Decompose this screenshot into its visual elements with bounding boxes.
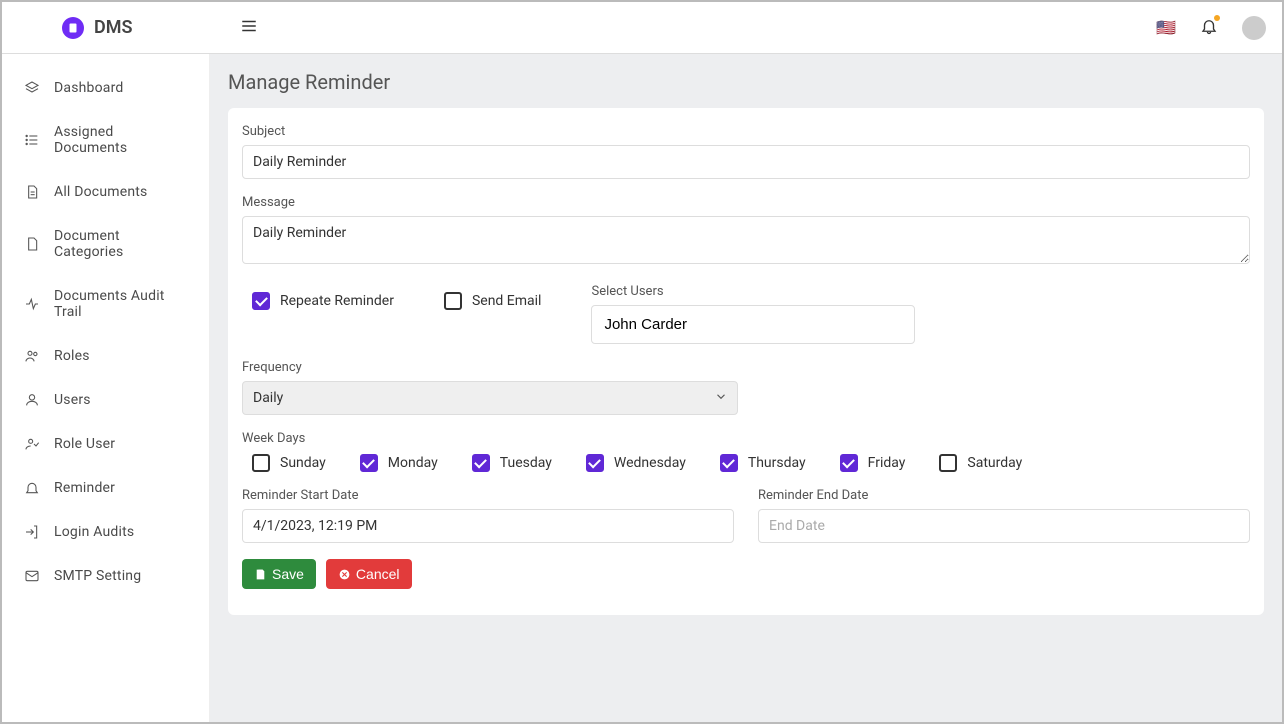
sidebar-item-label: Document Categories [54,228,187,260]
frequency-label: Frequency [242,360,1250,375]
sidebar-item-label: Users [54,392,91,408]
weekday-saturday[interactable]: Saturday [939,454,1022,472]
sidebar-item-label: Role User [54,436,115,452]
topbar-right: 🇺🇸 [1156,16,1266,40]
sidebar-item-users[interactable]: Users [2,378,209,422]
select-users-block: Select Users [591,284,915,344]
document-icon [24,184,40,200]
checkbox-checked-icon [472,454,490,472]
checkbox-checked-icon [252,292,270,310]
sidebar: Dashboard Assigned Documents All Documen… [2,54,210,722]
sidebar-item-dashboard[interactable]: Dashboard [2,66,209,110]
cancel-icon [338,568,351,581]
message-input[interactable] [242,216,1250,264]
reminder-form-card: Subject Message Repeate Reminder Send Em… [228,108,1264,615]
checkbox-checked-icon [360,454,378,472]
end-date-input[interactable] [758,509,1250,543]
dates-row: Reminder Start Date Reminder End Date [242,488,1250,543]
subject-input[interactable] [242,145,1250,179]
weekday-thursday[interactable]: Thursday [720,454,806,472]
main: Manage Reminder Subject Message Repeate … [210,54,1282,722]
weekdays-label: Week Days [242,431,1250,446]
save-icon [254,568,267,581]
sidebar-item-label: SMTP Setting [54,568,141,584]
start-date-col: Reminder Start Date [242,488,734,543]
weekday-wednesday[interactable]: Wednesday [586,454,686,472]
user-check-icon [24,436,40,452]
subject-label: Subject [242,124,1250,139]
notifications-button[interactable] [1200,17,1218,39]
weekday-tuesday[interactable]: Tuesday [472,454,552,472]
brand: DMS [2,17,208,39]
send-email-checkbox[interactable]: Send Email [444,292,542,310]
end-date-col: Reminder End Date [758,488,1250,543]
frequency-row: Frequency Daily [242,360,1250,415]
brand-logo-icon [62,17,84,39]
language-flag-icon[interactable]: 🇺🇸 [1156,18,1176,37]
checkbox-checked-icon [586,454,604,472]
checkbox-empty-icon [939,454,957,472]
stack-icon [24,80,40,96]
sidebar-item-role-user[interactable]: Role User [2,422,209,466]
checkbox-checked-icon [720,454,738,472]
checkbox-checked-icon [840,454,858,472]
page-title: Manage Reminder [228,70,1264,94]
sidebar-item-all-documents[interactable]: All Documents [2,170,209,214]
sidebar-item-audit-trail[interactable]: Documents Audit Trail [2,274,209,334]
sidebar-item-roles[interactable]: Roles [2,334,209,378]
message-row: Message [242,195,1250,268]
end-date-label: Reminder End Date [758,488,1250,503]
notification-dot-icon [1214,15,1220,21]
sidebar-item-label: All Documents [54,184,147,200]
weekdays-row: Week Days Sunday Monday Tuesday Wednesda… [242,431,1250,472]
users-icon [24,348,40,364]
save-button[interactable]: Save [242,559,316,589]
frequency-select[interactable]: Daily [242,381,738,415]
weekday-friday[interactable]: Friday [840,454,906,472]
sidebar-item-label: Assigned Documents [54,124,187,156]
select-users-input[interactable] [591,305,915,344]
actions-row: Save Cancel [242,559,1250,589]
sidebar-item-login-audits[interactable]: Login Audits [2,510,209,554]
menu-toggle-icon[interactable] [240,17,258,39]
user-icon [24,392,40,408]
weekday-sunday[interactable]: Sunday [252,454,326,472]
message-label: Message [242,195,1250,210]
layout: Dashboard Assigned Documents All Documen… [2,54,1282,722]
login-icon [24,524,40,540]
sidebar-item-label: Roles [54,348,90,364]
sidebar-item-document-categories[interactable]: Document Categories [2,214,209,274]
sidebar-item-label: Dashboard [54,80,124,96]
start-date-label: Reminder Start Date [242,488,734,503]
sidebar-item-smtp-setting[interactable]: SMTP Setting [2,554,209,598]
repeat-label: Repeate Reminder [280,293,394,309]
cancel-button[interactable]: Cancel [326,559,412,589]
file-icon [24,236,40,252]
options-row: Repeate Reminder Send Email Select Users [242,284,1250,344]
activity-icon [24,296,40,312]
subject-row: Subject [242,124,1250,179]
sidebar-item-label: Documents Audit Trail [54,288,187,320]
select-users-label: Select Users [591,284,915,299]
mail-icon [24,568,40,584]
checkbox-empty-icon [252,454,270,472]
weekday-monday[interactable]: Monday [360,454,438,472]
sidebar-item-reminder[interactable]: Reminder [2,466,209,510]
start-date-input[interactable] [242,509,734,543]
list-icon [24,132,40,148]
repeat-reminder-checkbox[interactable]: Repeate Reminder [252,292,394,310]
checkbox-empty-icon [444,292,462,310]
brand-name: DMS [94,17,132,38]
topbar: DMS 🇺🇸 [2,2,1282,54]
sidebar-item-label: Reminder [54,480,115,496]
bell-icon [24,480,40,496]
user-avatar[interactable] [1242,16,1266,40]
sidebar-item-assigned-documents[interactable]: Assigned Documents [2,110,209,170]
sidebar-item-label: Login Audits [54,524,134,540]
send-email-label: Send Email [472,293,542,309]
